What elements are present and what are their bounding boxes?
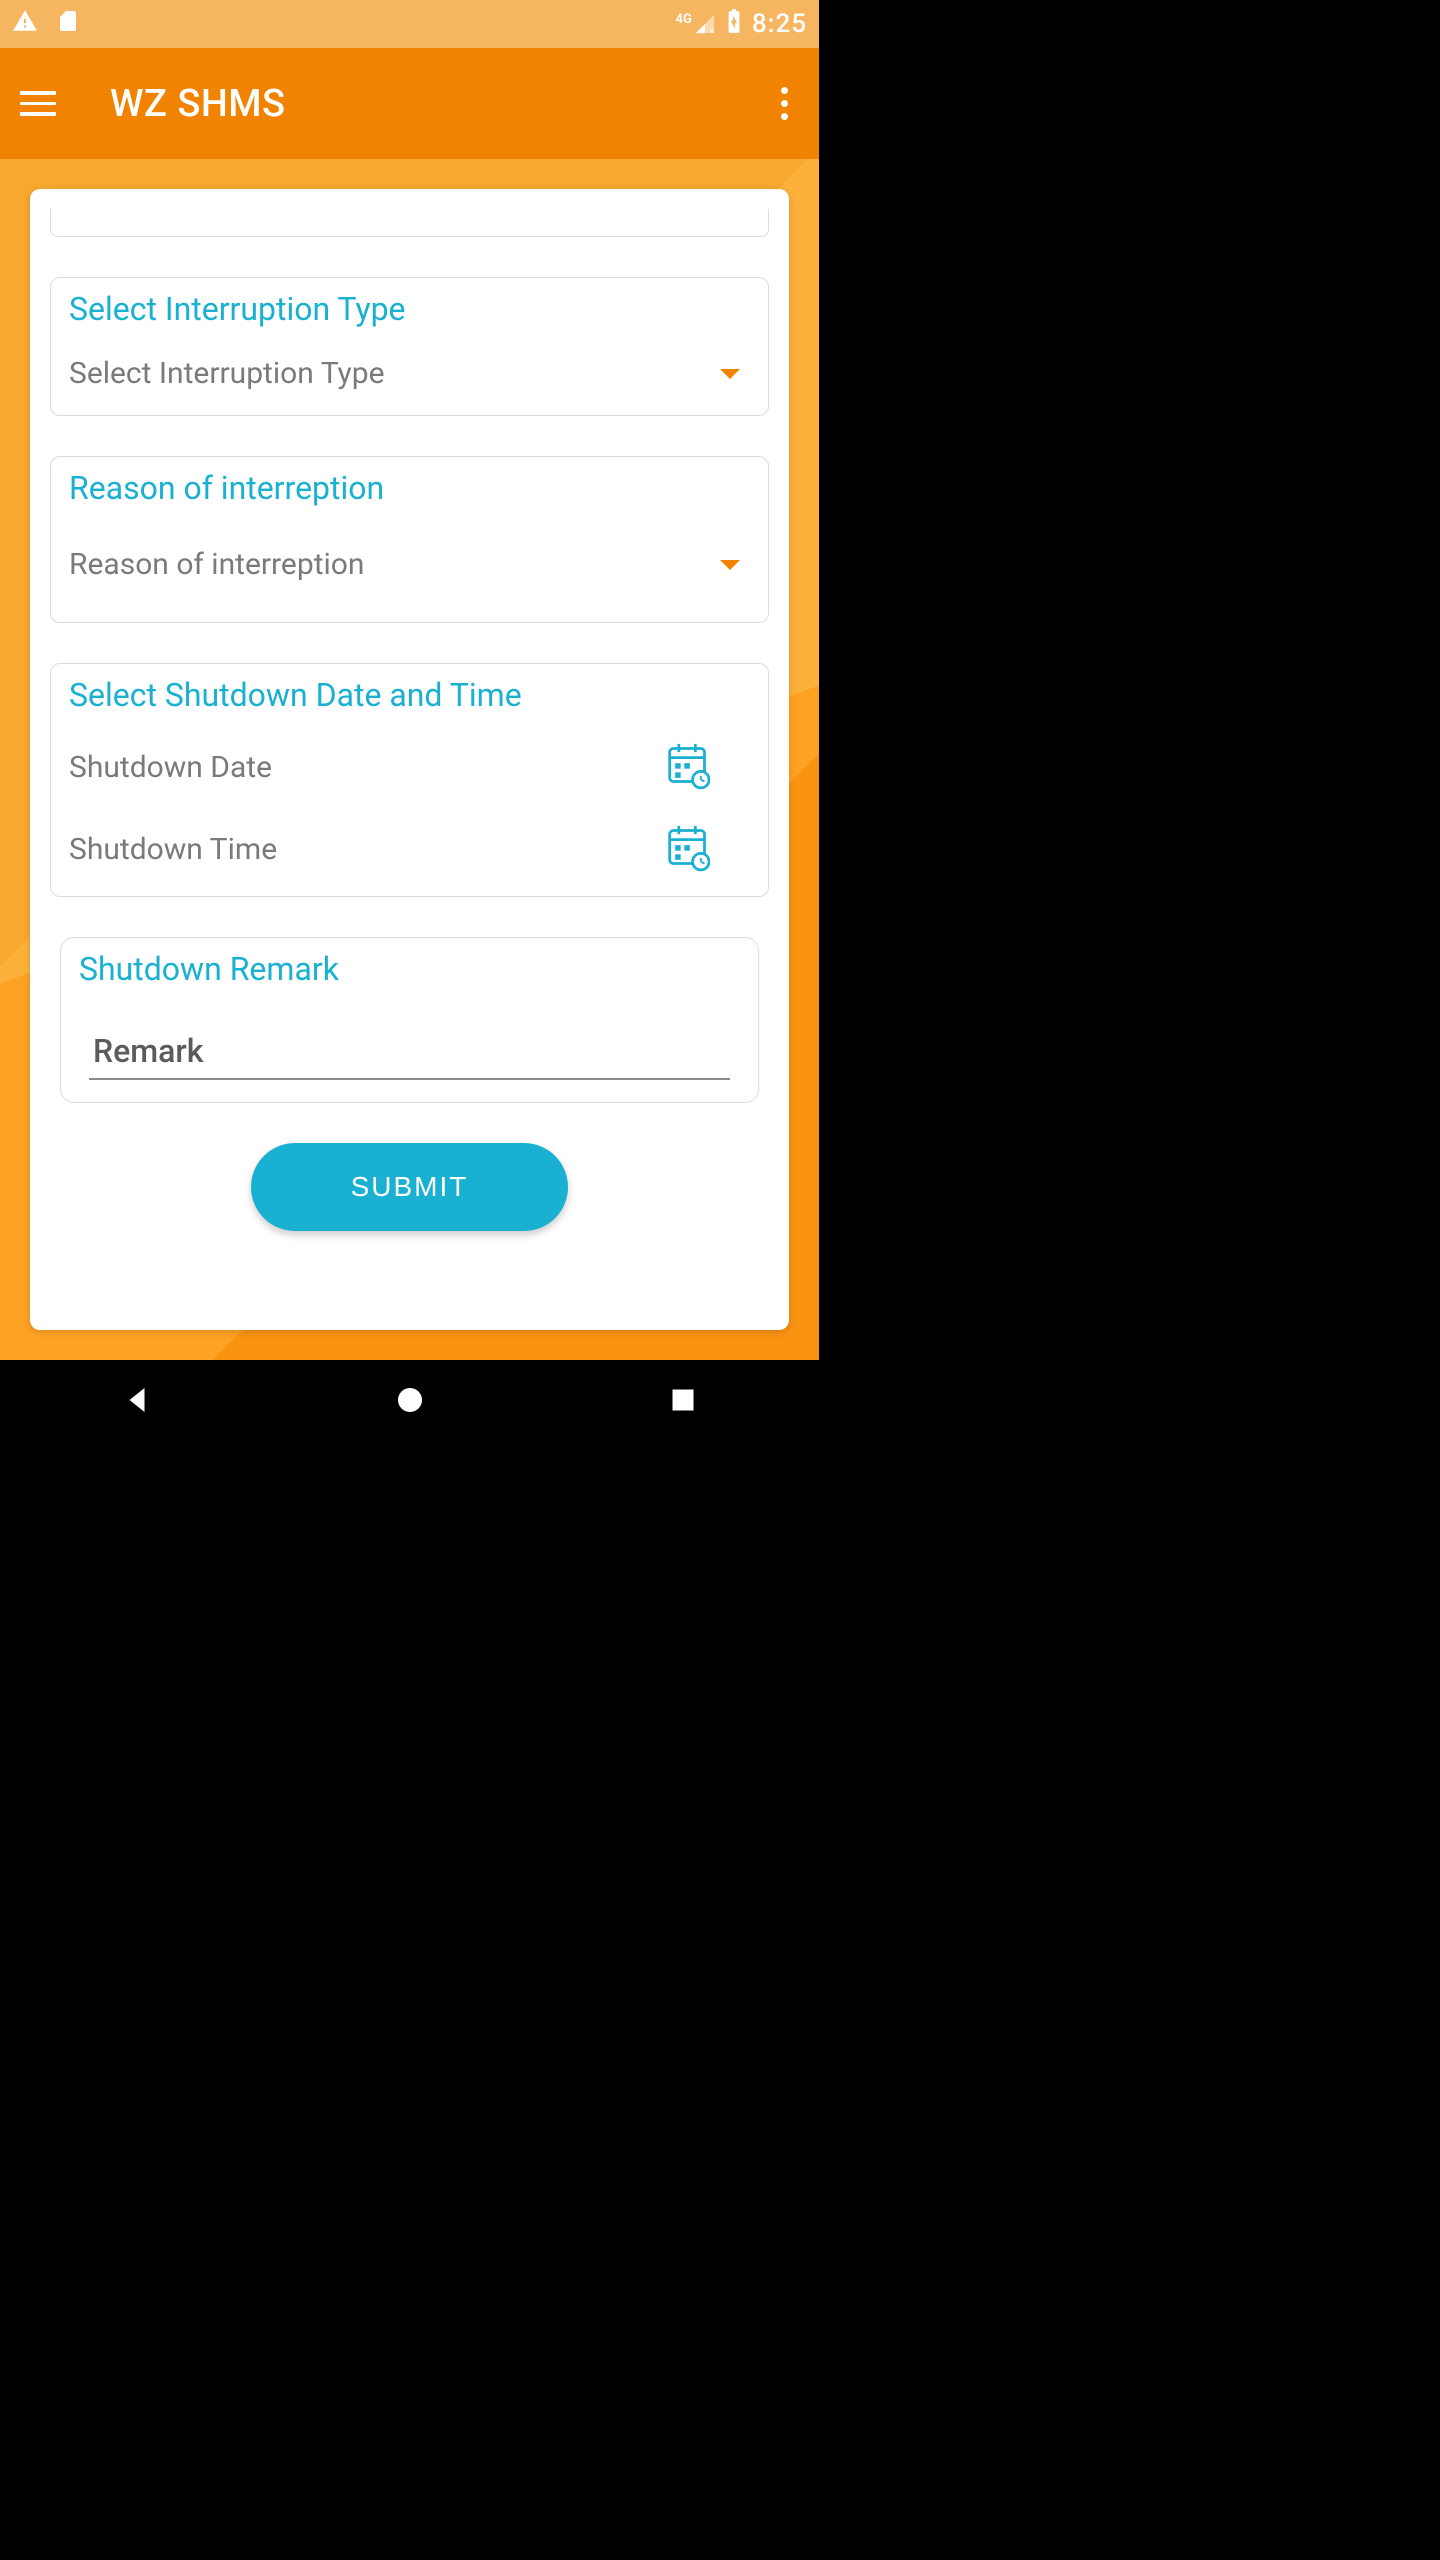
shutdown-date-row[interactable]: Shutdown Date [69, 736, 750, 818]
shutdown-remark-field: Shutdown Remark Remark [60, 937, 759, 1103]
network-indicator: 4G × [675, 13, 715, 35]
submit-button[interactable]: SUBMIT [251, 1143, 569, 1231]
system-nav-bar [0, 1360, 819, 1440]
sd-card-icon [56, 8, 80, 40]
reason-dropdown[interactable]: Reason of interreption [69, 529, 750, 608]
reason-value: Reason of interreption [69, 547, 364, 582]
chevron-down-icon [720, 560, 740, 570]
app-bar: WZ SHMS [0, 48, 819, 159]
shutdown-remark-label: Shutdown Remark [79, 950, 740, 988]
more-options-icon[interactable] [769, 84, 799, 124]
home-button[interactable] [350, 1370, 470, 1430]
app-title: WZ SHMS [110, 82, 286, 126]
status-bar: 4G × 8:25 [0, 0, 819, 48]
back-button[interactable] [77, 1370, 197, 1430]
shutdown-datetime-field: Select Shutdown Date and Time Shutdown D… [50, 663, 769, 897]
remark-input[interactable]: Remark [89, 1032, 730, 1080]
reason-label: Reason of interreption [69, 469, 750, 507]
warning-icon [12, 8, 38, 40]
remark-placeholder: Remark [93, 1032, 203, 1070]
svg-text:×: × [709, 27, 714, 35]
shutdown-time-placeholder: Shutdown Time [69, 832, 277, 867]
chevron-down-icon [720, 369, 740, 379]
menu-icon[interactable] [20, 84, 60, 124]
interruption-type-label: Select Interruption Type [69, 290, 750, 328]
partial-field-top [50, 209, 769, 237]
shutdown-date-placeholder: Shutdown Date [69, 750, 272, 785]
recents-button[interactable] [623, 1370, 743, 1430]
battery-charging-icon [726, 8, 742, 40]
reason-field: Reason of interreption Reason of interre… [50, 456, 769, 623]
interruption-type-value: Select Interruption Type [69, 356, 384, 391]
calendar-clock-icon[interactable] [666, 822, 710, 876]
shutdown-time-row[interactable]: Shutdown Time [69, 818, 750, 882]
form-card: Select Interruption Type Select Interrup… [30, 189, 789, 1330]
shutdown-datetime-label: Select Shutdown Date and Time [69, 676, 750, 714]
interruption-type-dropdown[interactable]: Select Interruption Type [69, 350, 750, 401]
interruption-type-field: Select Interruption Type Select Interrup… [50, 277, 769, 416]
calendar-clock-icon[interactable] [666, 740, 710, 794]
status-time: 8:25 [752, 9, 807, 39]
